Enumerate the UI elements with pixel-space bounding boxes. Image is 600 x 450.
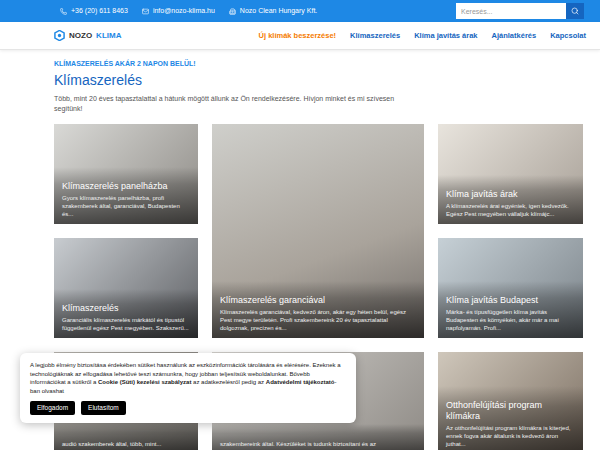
search-button[interactable] <box>566 3 584 19</box>
page-title: Klímaszerelés <box>54 72 586 89</box>
card-title: Otthonfelújítási program klímákra <box>446 400 575 422</box>
mail-icon <box>142 8 149 15</box>
cookie-button[interactable]: Elutasítom <box>81 401 126 415</box>
card-description: Az otthonfelújítási program klímákra is … <box>446 424 575 448</box>
service-card[interactable]: Otthonfelújítási program klímákraAz otth… <box>438 352 583 450</box>
cookie-button[interactable]: Elfogadom <box>30 401 75 415</box>
card-title: Klímaszerelés garanciával <box>220 295 416 306</box>
building-icon <box>229 8 236 15</box>
logo[interactable]: NOZOKLIMA <box>54 30 121 42</box>
search-icon <box>571 7 579 15</box>
card-title: Klíma javítás árak <box>446 189 575 200</box>
phone[interactable]: +36 (20) 611 8463 <box>60 6 128 17</box>
logo-icon <box>54 30 65 41</box>
service-card[interactable]: Klímaszerelés Garanciális klímaszerelés m… <box>54 238 198 338</box>
company: Nozo Clean Hungary Kft. <box>229 6 317 17</box>
card-title: Klíma javítás Budapest <box>446 295 575 306</box>
card-title: Klímaszerelés <box>62 303 190 314</box>
intro: Több, mint 20 éves tapasztalattal a hátu… <box>54 94 424 114</box>
service-card[interactable]: Klíma javítás árak A klímaszerelés árai e… <box>438 124 583 224</box>
nav-bar: NOZOKLIMA Új klímák beszerzése! Klímaszere… <box>0 22 600 50</box>
card-description: Márka- és típusfüggetlen klíma javítás B… <box>446 308 575 332</box>
cookie-text: A legjobb élmény biztosítása érdekében s… <box>30 361 346 396</box>
page: +36 (20) 611 8463 info@nozo-klima.hu Nozo … <box>0 0 600 450</box>
kicker: KLÍMASZERELÉS AKÁR 2 NAPON BELÜL! <box>54 59 586 70</box>
card-description: szakembereink által. Készüléket is tudun… <box>220 440 416 448</box>
card-description: audió szakemberek által, több, mint... <box>62 440 190 448</box>
card-description: Garanciális klímaszerelés márkától és tí… <box>62 316 190 332</box>
service-card[interactable]: Klíma javítás Budapest Márka- és típusfüg… <box>438 238 583 338</box>
card-description: Klímaszerelés garanciával, kedvező áron,… <box>220 308 416 332</box>
nav-item[interactable]: Klímaszerelés <box>350 30 400 41</box>
card-title: Klímaszerelés panelházba <box>62 181 190 192</box>
email[interactable]: info@nozo-klima.hu <box>142 6 215 17</box>
nav-item[interactable]: Ajánlatkérés <box>492 30 537 41</box>
phone-icon <box>60 8 67 15</box>
card-description: Gyors klímaszerelés panelházba, profi sz… <box>62 194 190 218</box>
nav-item[interactable]: Klíma javítás árak <box>414 30 477 41</box>
service-card[interactable]: Klímaszerelés garanciával Klímaszerelés g… <box>212 124 424 338</box>
card-description: A klímaszerelés árai egyéniek, igen kedv… <box>446 202 575 218</box>
nav-item[interactable]: Kapcsolat <box>550 30 586 41</box>
top-bar: +36 (20) 611 8463 info@nozo-klima.hu Nozo … <box>0 0 600 22</box>
nav-item[interactable]: Új klímák beszerzése! <box>259 30 337 41</box>
cookie-banner: A legjobb élmény biztosítása érdekében s… <box>20 353 356 423</box>
search-input[interactable] <box>456 3 566 19</box>
service-card[interactable]: Klímaszerelés panelházba Gyors klímaszere… <box>54 124 198 224</box>
